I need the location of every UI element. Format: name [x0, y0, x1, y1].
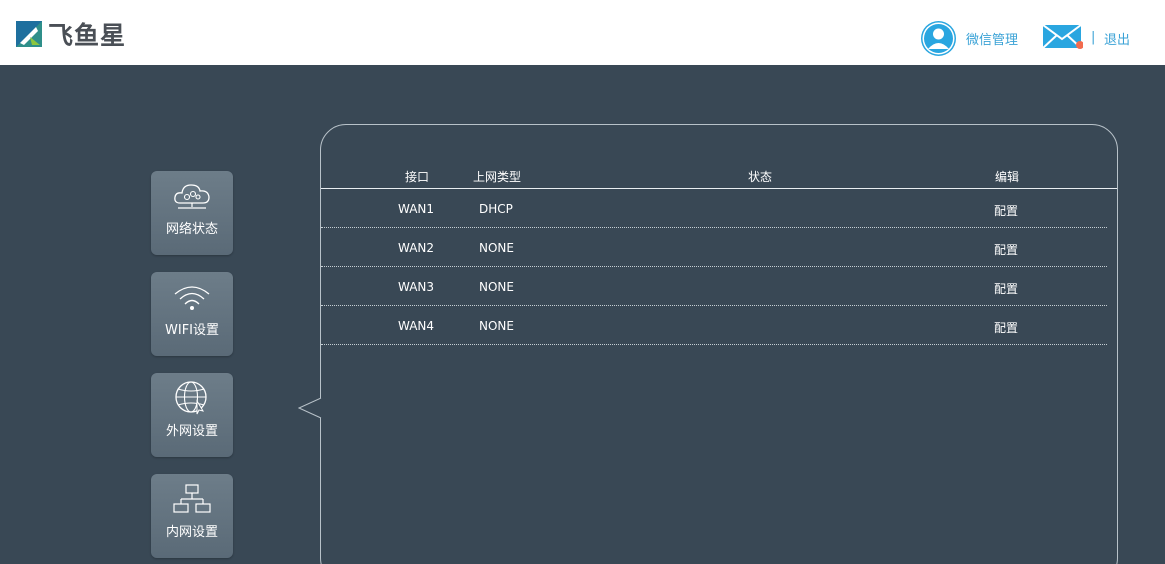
logo-text: 飞鱼星 — [48, 21, 127, 50]
cloud-network-icon — [174, 184, 210, 209]
type-cell: NONE — [479, 319, 514, 333]
user-avatar-icon — [921, 20, 956, 56]
table-row: WAN1 DHCP 配置 — [321, 189, 1107, 228]
interface-cell: WAN1 — [398, 202, 435, 216]
logo-icon — [16, 21, 42, 47]
type-cell: NONE — [479, 241, 514, 255]
nav-wan-settings[interactable]: 外网设置 — [151, 373, 233, 457]
nav-lan-settings[interactable]: 内网设置 — [151, 474, 233, 558]
configure-link[interactable]: 配置 — [994, 241, 1018, 258]
header-separator: | — [1091, 30, 1096, 45]
type-cell: DHCP — [479, 202, 513, 216]
messages-button[interactable] — [1042, 24, 1084, 50]
nav-label: 内网设置 — [165, 525, 218, 540]
table-header: 接口 上网类型 状态 编辑 — [321, 166, 1117, 189]
header-edit: 编辑 — [995, 170, 1020, 184]
table-row: WAN3 NONE 配置 — [321, 267, 1107, 306]
interface-cell: WAN2 — [398, 241, 435, 255]
nav-network-status[interactable]: 网络状态 — [151, 171, 233, 255]
header-connection-type: 上网类型 — [473, 170, 522, 184]
nav-label: 网络状态 — [165, 222, 218, 237]
header-interface: 接口 — [405, 170, 430, 184]
header-status: 状态 — [748, 170, 773, 184]
interface-cell: WAN4 — [398, 319, 435, 333]
nav-wifi-settings[interactable]: WIFI设置 — [151, 272, 233, 356]
brand-logo[interactable]: 飞鱼星 — [16, 18, 126, 50]
panel-pointer — [298, 398, 322, 419]
wechat-manage-link[interactable]: 微信管理 — [921, 20, 1018, 56]
nav-label: 外网设置 — [165, 424, 218, 439]
logout-link[interactable]: 退出 — [1104, 29, 1130, 48]
lan-topology-icon — [173, 484, 211, 513]
configure-link[interactable]: 配置 — [994, 280, 1018, 297]
globe-icon — [175, 381, 207, 415]
wechat-manage-label: 微信管理 — [966, 32, 1019, 48]
wifi-icon — [174, 286, 210, 310]
table-row: WAN2 NONE 配置 — [321, 228, 1107, 267]
nav-label: WIFI设置 — [165, 323, 219, 338]
top-header: 飞鱼星 微信管理 | 退出 — [0, 0, 1165, 65]
configure-link[interactable]: 配置 — [994, 319, 1018, 336]
configure-link[interactable]: 配置 — [994, 202, 1018, 219]
table-row: WAN4 NONE 配置 — [321, 306, 1107, 345]
interface-cell: WAN3 — [398, 280, 435, 294]
type-cell: NONE — [479, 280, 514, 294]
mail-icon — [1042, 24, 1084, 49]
